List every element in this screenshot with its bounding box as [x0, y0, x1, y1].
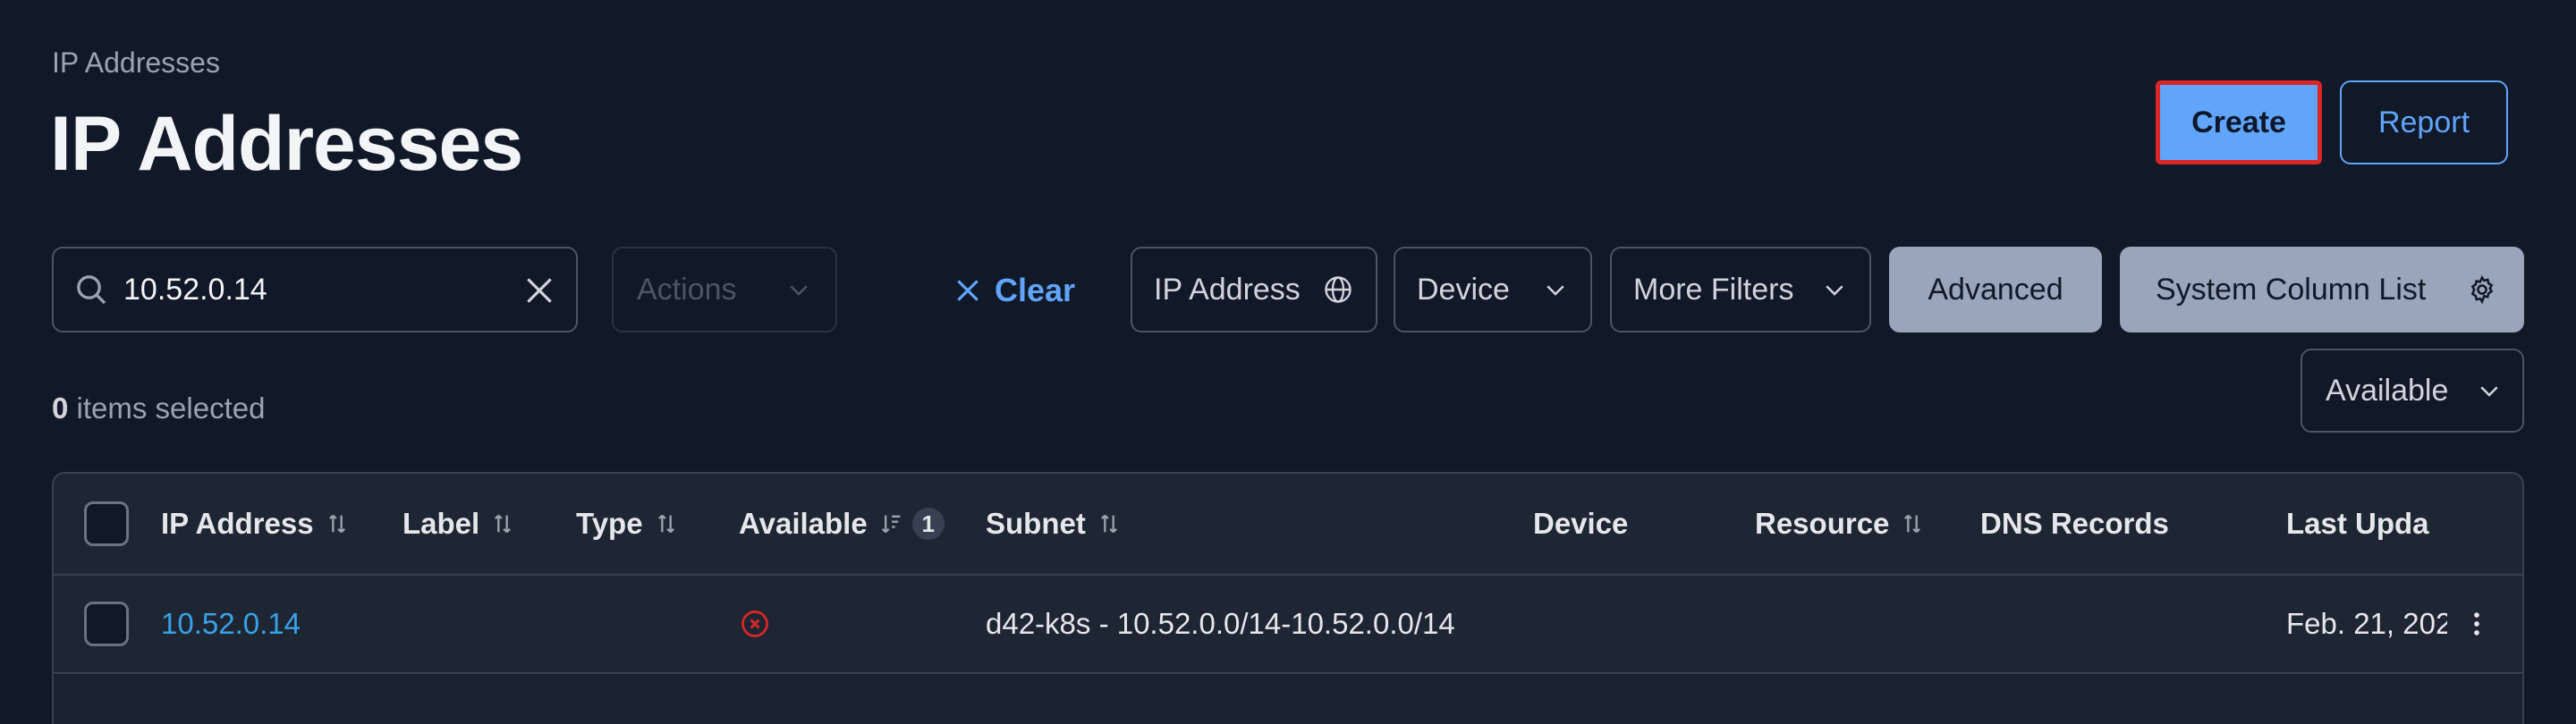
column-header-label-col[interactable]: Label — [402, 474, 515, 574]
column-header-label: Available — [739, 507, 868, 540]
column-header-label: Device — [1533, 507, 1629, 540]
clear-filters-link[interactable]: Clear — [953, 266, 1075, 315]
column-header-subnet[interactable]: Subnet — [986, 474, 1122, 574]
column-header-label: Subnet — [986, 507, 1086, 540]
sort-order-badge: 1 — [911, 508, 945, 540]
column-header-dns-records: DNS Records — [1980, 474, 2169, 574]
clear-search-icon[interactable] — [522, 274, 556, 307]
table-row: 10.52.0.14 d42-k8s - 10.52.0.0/14-10.52.… — [54, 576, 2522, 674]
column-header-last-updated: Last Upda — [2286, 474, 2447, 574]
column-header-label: Last Upda — [2286, 507, 2429, 540]
actions-dropdown[interactable]: Actions — [612, 247, 837, 333]
cell-subnet: d42-k8s - 10.52.0.0/14-10.52.0.0/14 — [986, 607, 1455, 640]
more-filters-dropdown[interactable]: More Filters — [1610, 247, 1871, 333]
sort-icon[interactable] — [325, 510, 350, 537]
advanced-button[interactable]: Advanced — [1889, 247, 2102, 333]
system-column-list-button[interactable]: System Column List — [2120, 247, 2524, 333]
selected-count: 0 items selected — [52, 391, 265, 425]
actions-dropdown-label: Actions — [637, 272, 737, 307]
chevron-down-icon — [1546, 285, 1564, 296]
sort-descending-icon[interactable] — [878, 510, 903, 537]
column-header-label: DNS Records — [1980, 507, 2169, 540]
report-button[interactable]: Report — [2340, 80, 2508, 164]
sort-icon[interactable] — [1097, 510, 1122, 537]
column-header-resource[interactable]: Resource — [1755, 474, 1925, 574]
available-dropdown-label: Available — [2326, 373, 2449, 408]
ip-address-table: IP Address Label Type Available 1 Subnet… — [52, 472, 2524, 724]
row-checkbox[interactable] — [84, 602, 129, 646]
column-header-label: IP Address — [161, 507, 314, 540]
sort-icon[interactable] — [490, 510, 515, 537]
search-input[interactable] — [123, 272, 499, 307]
ip-address-filter-label: IP Address — [1154, 272, 1301, 307]
ip-address-filter[interactable]: IP Address — [1131, 247, 1377, 333]
sort-icon[interactable] — [654, 510, 679, 537]
column-header-type[interactable]: Type — [576, 474, 679, 574]
ip-address-link[interactable]: 10.52.0.14 — [161, 607, 301, 641]
row-select-cell — [84, 576, 129, 672]
column-header-ip-address[interactable]: IP Address — [161, 474, 350, 574]
available-dropdown[interactable]: Available — [2301, 349, 2524, 433]
clear-label: Clear — [995, 272, 1076, 308]
system-column-list-label: System Column List — [2156, 272, 2427, 307]
select-all-checkbox[interactable] — [84, 501, 129, 546]
column-header-device: Device — [1533, 474, 1628, 574]
device-filter-label: Device — [1417, 272, 1510, 307]
table-header: IP Address Label Type Available 1 Subnet… — [54, 474, 2522, 576]
column-header-available[interactable]: Available 1 — [739, 474, 945, 574]
page-title: IP Addresses — [50, 101, 523, 187]
sort-icon[interactable] — [1900, 510, 1925, 537]
x-circle-icon — [741, 610, 768, 637]
row-menu-cell — [2462, 576, 2492, 672]
create-button[interactable]: Create — [2156, 80, 2322, 164]
chevron-down-icon — [790, 285, 808, 296]
chevron-down-icon — [2480, 386, 2498, 397]
breadcrumb[interactable]: IP Addresses — [52, 46, 220, 80]
select-all-cell — [84, 474, 129, 574]
selected-count-suffix: items selected — [68, 391, 266, 425]
device-filter[interactable]: Device — [1394, 247, 1592, 333]
cell-last-updated: Feb. 21, 2025 — [2286, 607, 2447, 640]
gear-icon — [2470, 274, 2494, 305]
chevron-down-icon — [1826, 285, 1843, 296]
cell-ip-address: 10.52.0.14 — [161, 576, 301, 672]
column-header-label: Label — [402, 507, 480, 540]
globe-icon — [1325, 276, 1352, 303]
search-box[interactable] — [52, 247, 578, 333]
more-filters-label: More Filters — [1633, 272, 1794, 307]
column-header-label: Type — [576, 507, 643, 540]
column-header-label: Resource — [1755, 507, 1890, 540]
selected-count-number: 0 — [52, 391, 69, 425]
more-vertical-icon[interactable] — [2462, 606, 2492, 642]
cell-available — [739, 576, 771, 672]
close-icon — [957, 280, 979, 301]
search-icon — [77, 275, 106, 305]
